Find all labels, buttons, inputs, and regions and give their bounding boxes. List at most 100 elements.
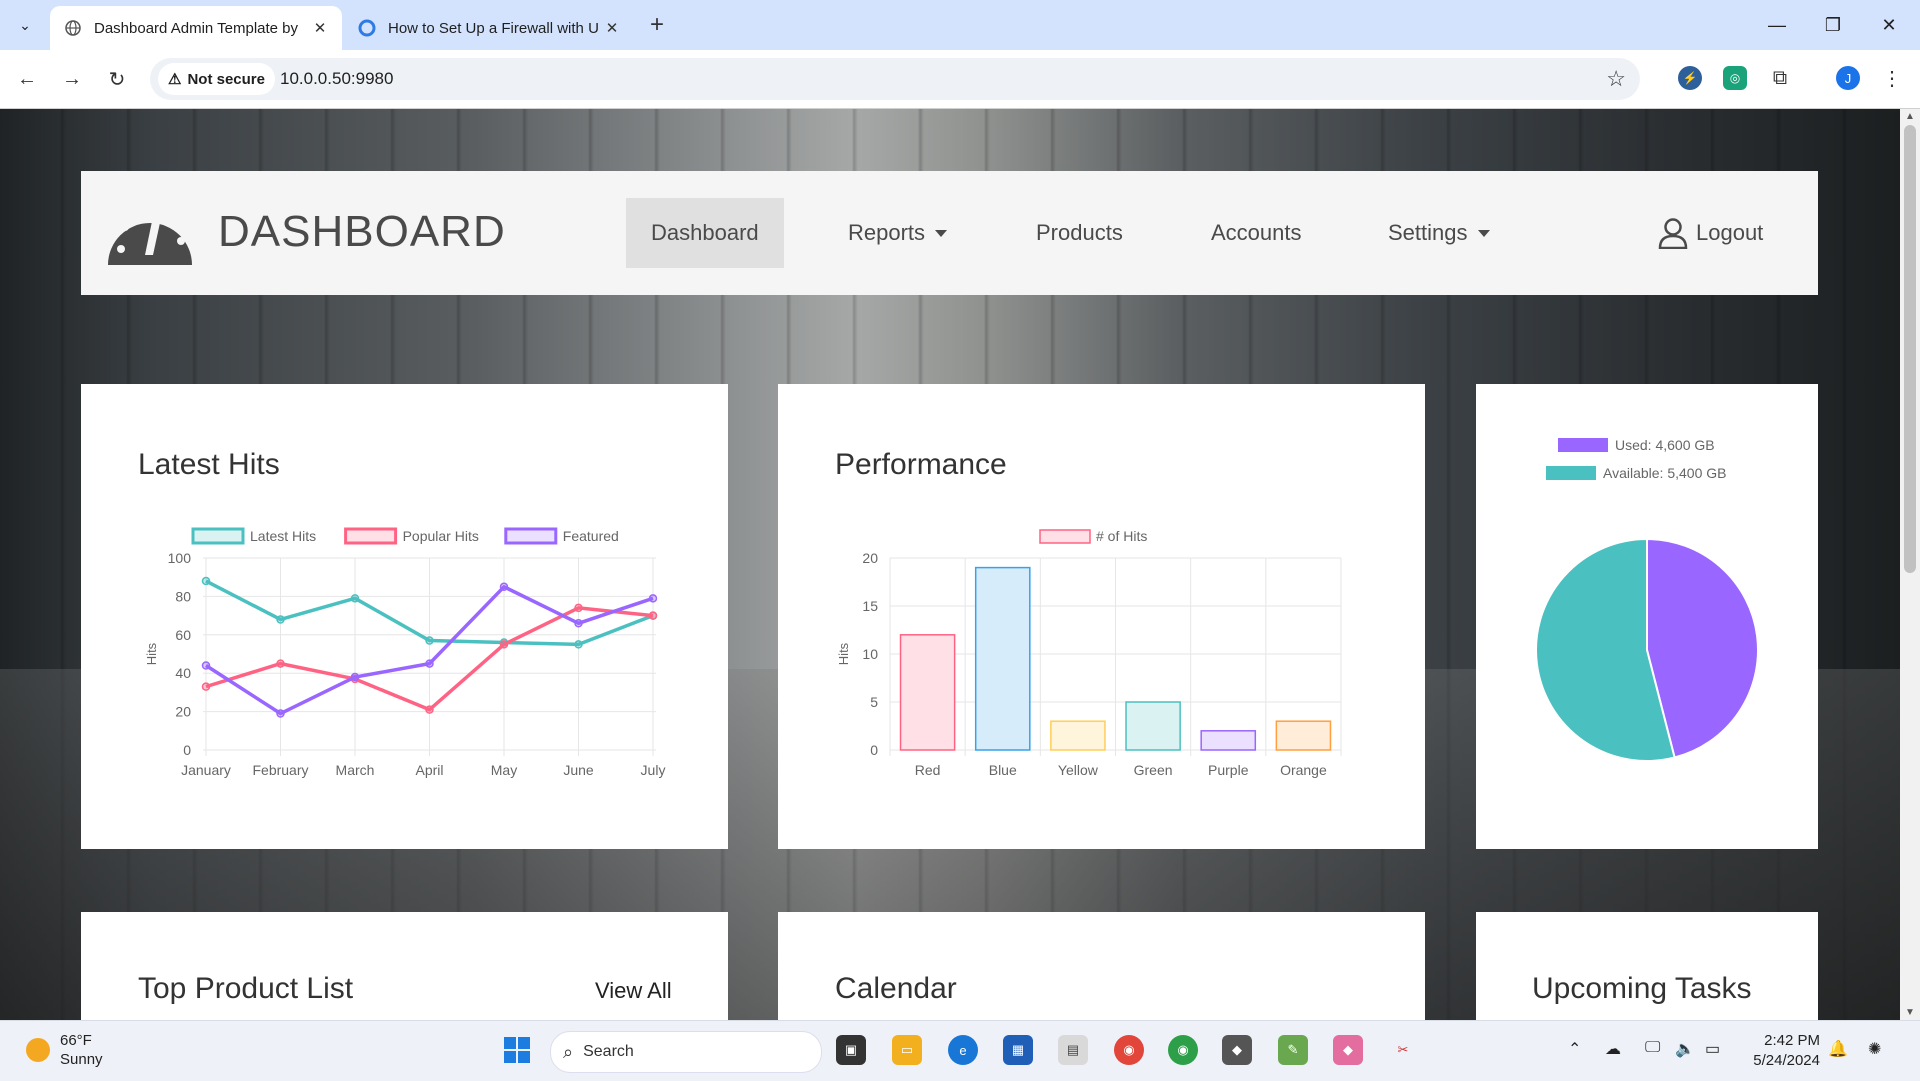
data-point [648,594,658,603]
y-tick-label: 60 [175,627,191,643]
bookmark-star-icon[interactable]: ☆ [1606,66,1626,92]
copilot-icon[interactable]: ✺ [1868,1039,1881,1059]
x-tick-label: January [181,762,231,778]
store-icon[interactable]: ▦ [1003,1035,1033,1065]
view-all-link[interactable]: View All [595,978,672,1004]
new-tab-button[interactable]: + [650,12,664,38]
tab-title: Dashboard Admin Template by [94,19,299,37]
x-tick-label: July [641,762,666,778]
puzzle-extensions-icon[interactable]: ⧉ [1768,66,1792,90]
x-tick-label: Yellow [1058,762,1099,778]
bar [1125,701,1181,751]
search-icon: ⌕ [563,1041,574,1062]
close-tab-icon[interactable]: ✕ [308,19,332,37]
url-text[interactable]: 10.0.0.50:9980 [280,69,393,89]
close-tab-icon[interactable]: ✕ [600,19,624,37]
legend-label: # of Hits [1096,528,1147,544]
edge-browser-icon[interactable]: e [948,1035,978,1065]
warning-icon: ⚠ [168,71,182,88]
site-header: DASHBOARD Dashboard Reports Products Acc… [81,171,1818,295]
snipping-tool-icon[interactable]: ✂ [1388,1035,1418,1065]
scrollbar-thumb[interactable] [1904,125,1916,573]
y-tick-label: 0 [183,742,191,758]
nav-dashboard[interactable]: Dashboard [626,198,784,268]
app-diamond-icon[interactable]: ◆ [1333,1035,1363,1065]
tab-dashboard[interactable]: Dashboard Admin Template by ✕ [50,6,342,50]
nav-settings[interactable]: Settings [1388,198,1490,268]
chrome-active-icon[interactable]: ◉ [1168,1035,1198,1065]
data-point [574,619,583,628]
data-point [201,682,211,691]
image-editor-icon[interactable]: ✎ [1278,1035,1308,1065]
close-window-icon[interactable]: ✕ [1874,10,1904,40]
kebab-menu-icon[interactable]: ⋮ [1880,66,1904,90]
extension-chat-icon[interactable]: ◎ [1723,66,1747,90]
restore-icon[interactable]: ❐ [1818,10,1848,40]
minimize-icon[interactable]: — [1762,10,1792,40]
tray-chevron-icon[interactable]: ⌃ [1568,1039,1581,1059]
sun-icon [26,1038,50,1062]
legend-swatch [1546,466,1596,480]
weather-widget[interactable]: 66°F Sunny [26,1031,103,1069]
data-point [425,659,434,668]
user-icon [1658,217,1688,249]
file-explorer-icon[interactable]: ▭ [892,1035,922,1065]
app-icon[interactable]: ▤ [1058,1035,1088,1065]
reload-icon[interactable]: ↻ [102,64,132,94]
legend-label: Used: 4,600 GB [1615,437,1715,453]
data-point [648,611,658,620]
back-arrow-icon[interactable]: ← [12,64,42,94]
profile-avatar[interactable]: J [1836,66,1860,90]
onedrive-icon[interactable]: ☁ [1605,1039,1621,1059]
bar [1200,730,1257,751]
data-point [276,659,285,668]
nav-label: Accounts [1211,220,1302,245]
extension-icon[interactable]: ⚡ [1678,66,1702,90]
nav-label: Settings [1388,220,1468,245]
legend-label: Featured [563,528,619,544]
scroll-down-icon[interactable]: ▼ [1905,1007,1915,1018]
network-icon[interactable]: 🖵 [1645,1039,1660,1057]
data-point [276,709,285,718]
x-tick-label: Red [915,762,941,778]
task-view-icon[interactable]: ▣ [836,1035,866,1065]
data-point [425,636,434,645]
search-label: Search [583,1043,634,1060]
page-scrollbar[interactable]: ▲ ▼ [1900,109,1920,1020]
system-clock[interactable]: 2:42 PM 5/24/2024 [1740,1031,1820,1071]
chrome-profile-icon[interactable]: ◉ [1114,1035,1144,1065]
scroll-up-icon[interactable]: ▲ [1905,111,1915,122]
omnibox[interactable]: ⚠ Not secure 10.0.0.50:9980 ☆ [150,58,1640,100]
data-point [574,603,583,613]
taskbar-search[interactable]: ⌕ Search [550,1031,822,1073]
logout-label: Logout [1696,220,1764,245]
forward-arrow-icon[interactable]: → [57,64,87,94]
not-secure-label: Not secure [187,70,265,88]
top-product-card: Top Product List View All [81,912,728,1020]
notification-bell-icon[interactable]: 🔔 [1828,1039,1848,1059]
y-tick-label: 80 [175,588,191,604]
speedometer-icon [105,197,195,272]
weather-condition: Sunny [60,1051,103,1068]
nav-products[interactable]: Products [1036,198,1123,268]
logout-link[interactable]: Logout [1658,198,1763,268]
y-tick-label: 0 [870,742,878,758]
tab-search-button[interactable]: ⌄ [8,10,42,40]
volume-icon[interactable]: 🔈 [1675,1039,1695,1059]
nav-accounts[interactable]: Accounts [1211,198,1302,268]
latest-hits-line-chart: 0 20 40 60 80 100 January February March April May… [144,527,666,778]
x-tick-label: March [336,762,375,778]
bar [899,634,956,751]
data-point [499,582,509,592]
windows-start-icon[interactable] [502,1035,532,1065]
nav-reports[interactable]: Reports [848,198,948,268]
tab-firewall-article[interactable]: How to Set Up a Firewall with U ✕ [344,6,634,50]
site-info-chip[interactable]: ⚠ Not secure [158,63,275,95]
site-favicon-icon [358,19,376,37]
brand-title[interactable]: DASHBOARD [218,207,506,257]
y-tick-label: 40 [175,665,191,681]
virtualbox-icon[interactable]: ◆ [1222,1035,1252,1065]
y-tick-label: 20 [862,550,878,566]
battery-icon[interactable]: ▭ [1705,1039,1720,1059]
x-tick-label: April [415,762,443,778]
